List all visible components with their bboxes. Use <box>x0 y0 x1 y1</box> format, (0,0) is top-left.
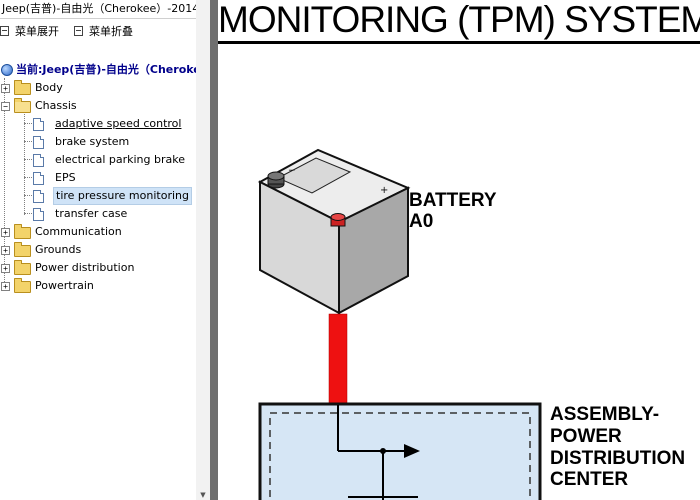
collapse-toggle-icon[interactable]: − <box>1 102 10 111</box>
current-vehicle-node[interactable]: 当前:Jeep(吉普)-自由光（Cherokee） <box>0 62 210 78</box>
tree-folder-communication[interactable]: + Communication <box>0 223 196 241</box>
document-icon <box>33 136 44 149</box>
collapse-menu-label: 菜单折叠 <box>89 25 133 38</box>
tree-toolbar: 菜单展开 菜单折叠 <box>0 22 210 42</box>
svg-text:+: + <box>380 185 388 196</box>
globe-icon <box>1 64 13 76</box>
battery-label-line1: BATTERY <box>409 190 497 211</box>
document-icon <box>33 190 44 203</box>
tree-item-label: transfer case <box>55 207 128 220</box>
tree-folder-body[interactable]: + Body <box>0 79 196 97</box>
battery-icon: − + <box>257 148 411 315</box>
tree-item-tire-pressure-monitoring[interactable]: tire pressure monitoring <box>0 187 196 205</box>
tree-folder-label: Communication <box>35 225 122 238</box>
pdc-label-line3: DISTRIBUTION <box>550 448 686 469</box>
document-icon <box>33 208 44 221</box>
collapse-menu-button[interactable]: 菜单折叠 <box>74 22 133 42</box>
tree-folder-label: Powertrain <box>35 279 94 292</box>
tree-folder-label: Chassis <box>35 99 77 112</box>
pdc-label-line4: CENTER <box>550 469 629 490</box>
power-distribution-center-box <box>258 402 542 500</box>
folder-icon <box>14 260 31 275</box>
tree-folder-chassis[interactable]: − Chassis <box>0 97 196 115</box>
tree-item-label: brake system <box>55 135 130 148</box>
scroll-down-arrow-icon[interactable]: ▼ <box>196 490 210 500</box>
tree-item-adaptive-speed-control[interactable]: adaptive speed control <box>0 115 196 133</box>
open-folder-icon <box>14 98 31 113</box>
expand-toggle-icon[interactable]: + <box>1 246 10 255</box>
svg-text:−: − <box>288 166 296 176</box>
collapse-icon <box>74 26 83 36</box>
expand-toggle-icon[interactable]: + <box>1 84 10 93</box>
tree-item-electrical-parking-brake[interactable]: electrical parking brake <box>0 151 196 169</box>
battery-label-line2: A0 <box>409 211 434 232</box>
wiring-diagram: − + <box>257 148 542 500</box>
pdc-label-line2: POWER <box>550 426 622 447</box>
expand-menu-label: 菜单展开 <box>15 25 59 38</box>
tree-item-label: adaptive speed control <box>55 117 182 130</box>
tree-item-label: tire pressure monitoring <box>53 187 192 205</box>
tree-folder-label: Power distribution <box>35 261 135 274</box>
window-title: Jeep(吉普)-自由光（Cherokee）-2014- <box>0 0 210 19</box>
pdc-label-line1: ASSEMBLY- <box>550 404 660 425</box>
expand-menu-button[interactable]: 菜单展开 <box>0 22 59 42</box>
panel-splitter[interactable] <box>210 0 218 500</box>
tree-item-brake-system[interactable]: brake system <box>0 133 196 151</box>
tree-item-label: EPS <box>55 171 76 184</box>
current-vehicle-label: 当前:Jeep(吉普)-自由光（Cherokee） <box>16 63 210 76</box>
expand-toggle-icon[interactable]: + <box>1 264 10 273</box>
tree-folder-label: Body <box>35 81 63 94</box>
tree-item-label: electrical parking brake <box>55 153 185 166</box>
battery-cable <box>328 313 348 406</box>
tree-item-transfer-case[interactable]: transfer case <box>0 205 196 223</box>
tree-scrollbar[interactable]: ▼ <box>196 0 210 500</box>
tree-folder-powertrain[interactable]: + Powertrain <box>0 277 196 295</box>
navigation-panel: Jeep(吉普)-自由光（Cherokee）-2014- 菜单展开 菜单折叠 当… <box>0 0 210 500</box>
folder-icon <box>14 242 31 257</box>
expand-toggle-icon[interactable]: + <box>1 282 10 291</box>
document-icon <box>33 118 44 131</box>
tree-folder-grounds[interactable]: + Grounds <box>0 241 196 259</box>
folder-icon <box>14 224 31 239</box>
folder-icon <box>14 80 31 95</box>
tree-folder-power-distribution[interactable]: + Power distribution <box>0 259 196 277</box>
expand-toggle-icon[interactable]: + <box>1 228 10 237</box>
tree-item-eps[interactable]: EPS <box>0 169 196 187</box>
expand-icon <box>0 26 9 36</box>
folder-icon <box>14 278 31 293</box>
diagram-viewer: MONITORING (TPM) SYSTEM − + BATTERY A0 A… <box>218 0 700 500</box>
document-icon <box>33 154 44 167</box>
document-icon <box>33 172 44 185</box>
tree-folder-label: Grounds <box>35 243 82 256</box>
